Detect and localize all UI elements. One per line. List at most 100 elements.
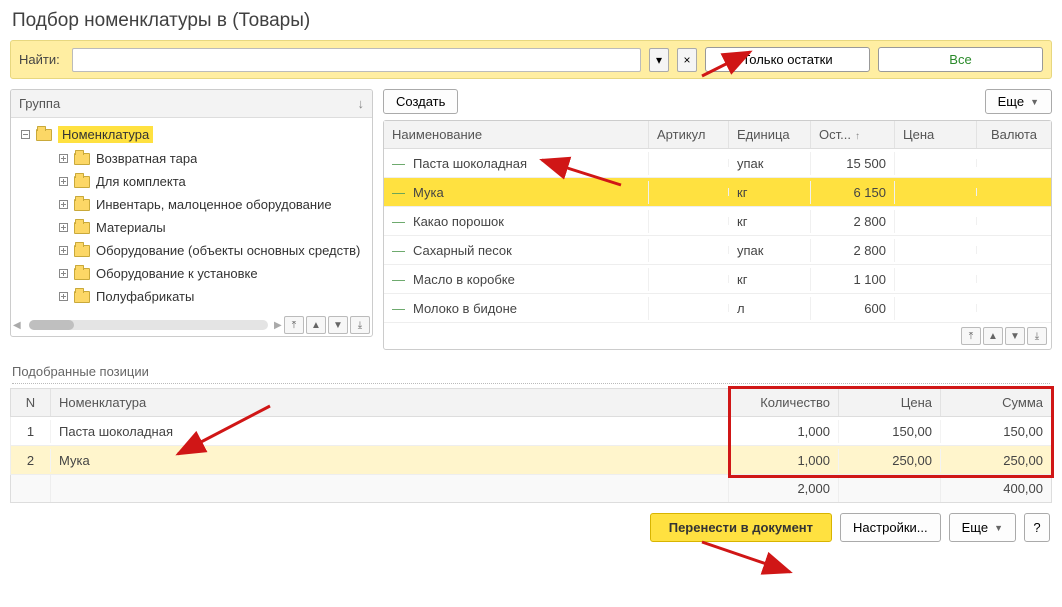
tree-nav-down[interactable]: ▼ <box>328 316 348 334</box>
tree-root[interactable]: Номенклатура <box>11 122 372 147</box>
item-price <box>895 246 977 254</box>
item-list-panel: Создать Еще ▼ Наименование Артикул Едини… <box>383 89 1052 350</box>
grid-nav-up[interactable]: ▲ <box>983 327 1003 345</box>
grid-nav: ⤒ ▲ ▼ ⤓ <box>384 323 1051 349</box>
tree-nav-top[interactable]: ⤒ <box>284 316 304 334</box>
grid-row[interactable]: —Паста шоколаднаяупак15 500 <box>384 149 1051 178</box>
tree-node-label: Оборудование к установке <box>96 266 258 281</box>
help-button[interactable]: ? <box>1024 513 1050 542</box>
grid-row[interactable]: —Масло в коробкекг1 100 <box>384 265 1051 294</box>
tree-node[interactable]: Оборудование (объекты основных средств) <box>11 239 372 262</box>
settings-button[interactable]: Настройки... <box>840 513 941 542</box>
tree-node[interactable]: Инвентарь, малоценное оборудование <box>11 193 372 216</box>
tree-node[interactable]: Возвратная тара <box>11 147 372 170</box>
expand-icon[interactable] <box>59 200 68 209</box>
col-name[interactable]: Наименование <box>384 121 649 148</box>
picked-section-label: Подобранные позиции <box>12 364 1050 384</box>
picked-col-nom[interactable]: Номенклатура <box>51 389 729 416</box>
item-cur <box>977 246 1051 254</box>
item-cur <box>977 304 1051 312</box>
caret-down-icon: ▼ <box>1030 97 1039 107</box>
all-button[interactable]: Все <box>878 47 1043 72</box>
col-price[interactable]: Цена <box>895 121 977 148</box>
picked-n: 2 <box>11 449 51 472</box>
list-more-button[interactable]: Еще ▼ <box>985 89 1052 114</box>
footer: Перенести в документ Настройки... Еще ▼ … <box>0 503 1062 542</box>
item-cur <box>977 188 1051 196</box>
grid-row[interactable]: —Какао порошоккг2 800 <box>384 207 1051 236</box>
search-dropdown-button[interactable]: ▾ <box>649 48 669 72</box>
item-art <box>649 217 729 225</box>
item-stock: 2 800 <box>811 239 895 262</box>
tree-node[interactable]: Материалы <box>11 216 372 239</box>
group-tree-body: Номенклатура Возвратная тараДля комплект… <box>11 118 372 314</box>
expand-icon[interactable] <box>59 177 68 186</box>
col-art[interactable]: Артикул <box>649 121 729 148</box>
folder-icon <box>74 153 90 165</box>
item-unit: кг <box>729 268 811 291</box>
tree-node[interactable]: Полуфабрикаты <box>11 285 372 308</box>
expand-icon[interactable] <box>59 154 68 163</box>
item-grid-header: Наименование Артикул Единица Ост... ↑ Цен… <box>384 121 1051 149</box>
window-title: Подбор номенклатуры в (Товары) <box>0 0 1062 40</box>
item-cur <box>977 217 1051 225</box>
picked-col-sum[interactable]: Сумма <box>941 389 1051 416</box>
col-unit[interactable]: Единица <box>729 121 811 148</box>
item-price <box>895 275 977 283</box>
item-unit: упак <box>729 152 811 175</box>
total-sum: 400,00 <box>941 475 1051 502</box>
expand-icon[interactable] <box>59 292 68 301</box>
tree-node-label: Полуфабрикаты <box>96 289 194 304</box>
item-icon: — <box>392 272 405 287</box>
picked-header: N Номенклатура Количество Цена Сумма <box>10 388 1052 417</box>
folder-icon <box>74 199 90 211</box>
sort-asc-icon: ↑ <box>855 131 860 142</box>
col-cur[interactable]: Валюта <box>977 121 1051 148</box>
search-label: Найти: <box>19 52 64 67</box>
col-stock[interactable]: Ост... ↑ <box>811 121 895 148</box>
tree-nav-bottom[interactable]: ⤓ <box>350 316 370 334</box>
picked-nom: Мука <box>51 449 729 472</box>
picked-col-price[interactable]: Цена <box>839 389 941 416</box>
item-name: Какао порошок <box>413 214 504 229</box>
col-stock-label: Ост... <box>819 127 851 142</box>
create-button[interactable]: Создать <box>383 89 458 114</box>
grid-row[interactable]: —Мукакг6 150 <box>384 178 1051 207</box>
tree-nav-up[interactable]: ▲ <box>306 316 326 334</box>
group-header-label: Группа <box>19 96 60 111</box>
transfer-button[interactable]: Перенести в документ <box>650 513 832 542</box>
grid-nav-down[interactable]: ▼ <box>1005 327 1025 345</box>
tree-scrollbar[interactable]: ◀ ▶ ⤒ ▲ ▼ ⤓ <box>13 316 370 334</box>
item-unit: упак <box>729 239 811 262</box>
footer-more-label: Еще <box>962 520 988 535</box>
grid-nav-top[interactable]: ⤒ <box>961 327 981 345</box>
picked-qty: 1,000 <box>729 420 839 443</box>
tree-node[interactable]: Оборудование к установке <box>11 262 372 285</box>
item-stock: 1 100 <box>811 268 895 291</box>
grid-row[interactable]: —Молоко в бидонел600 <box>384 294 1051 323</box>
search-input[interactable] <box>72 48 641 72</box>
expand-icon[interactable] <box>59 269 68 278</box>
grid-nav-bottom[interactable]: ⤓ <box>1027 327 1047 345</box>
search-clear-button[interactable]: × <box>677 48 697 72</box>
group-tree-header[interactable]: Группа ↓ <box>11 90 372 118</box>
stocks-only-button[interactable]: Только остатки <box>705 47 870 72</box>
expand-icon[interactable] <box>59 223 68 232</box>
item-unit: л <box>729 297 811 320</box>
picked-row[interactable]: 2Мука1,000250,00250,00 <box>10 446 1052 475</box>
tree-root-label: Номенклатура <box>58 126 153 143</box>
item-price <box>895 159 977 167</box>
item-art <box>649 188 729 196</box>
grid-row[interactable]: —Сахарный песокупак2 800 <box>384 236 1051 265</box>
picked-row[interactable]: 1Паста шоколадная1,000150,00150,00 <box>10 417 1052 446</box>
item-stock: 15 500 <box>811 152 895 175</box>
expand-icon[interactable] <box>59 246 68 255</box>
picked-col-qty[interactable]: Количество <box>729 389 839 416</box>
tree-node-label: Материалы <box>96 220 166 235</box>
tree-node[interactable]: Для комплекта <box>11 170 372 193</box>
footer-more-button[interactable]: Еще ▼ <box>949 513 1016 542</box>
picked-col-n[interactable]: N <box>11 389 51 416</box>
collapse-icon[interactable] <box>21 130 30 139</box>
item-stock: 2 800 <box>811 210 895 233</box>
item-price <box>895 217 977 225</box>
